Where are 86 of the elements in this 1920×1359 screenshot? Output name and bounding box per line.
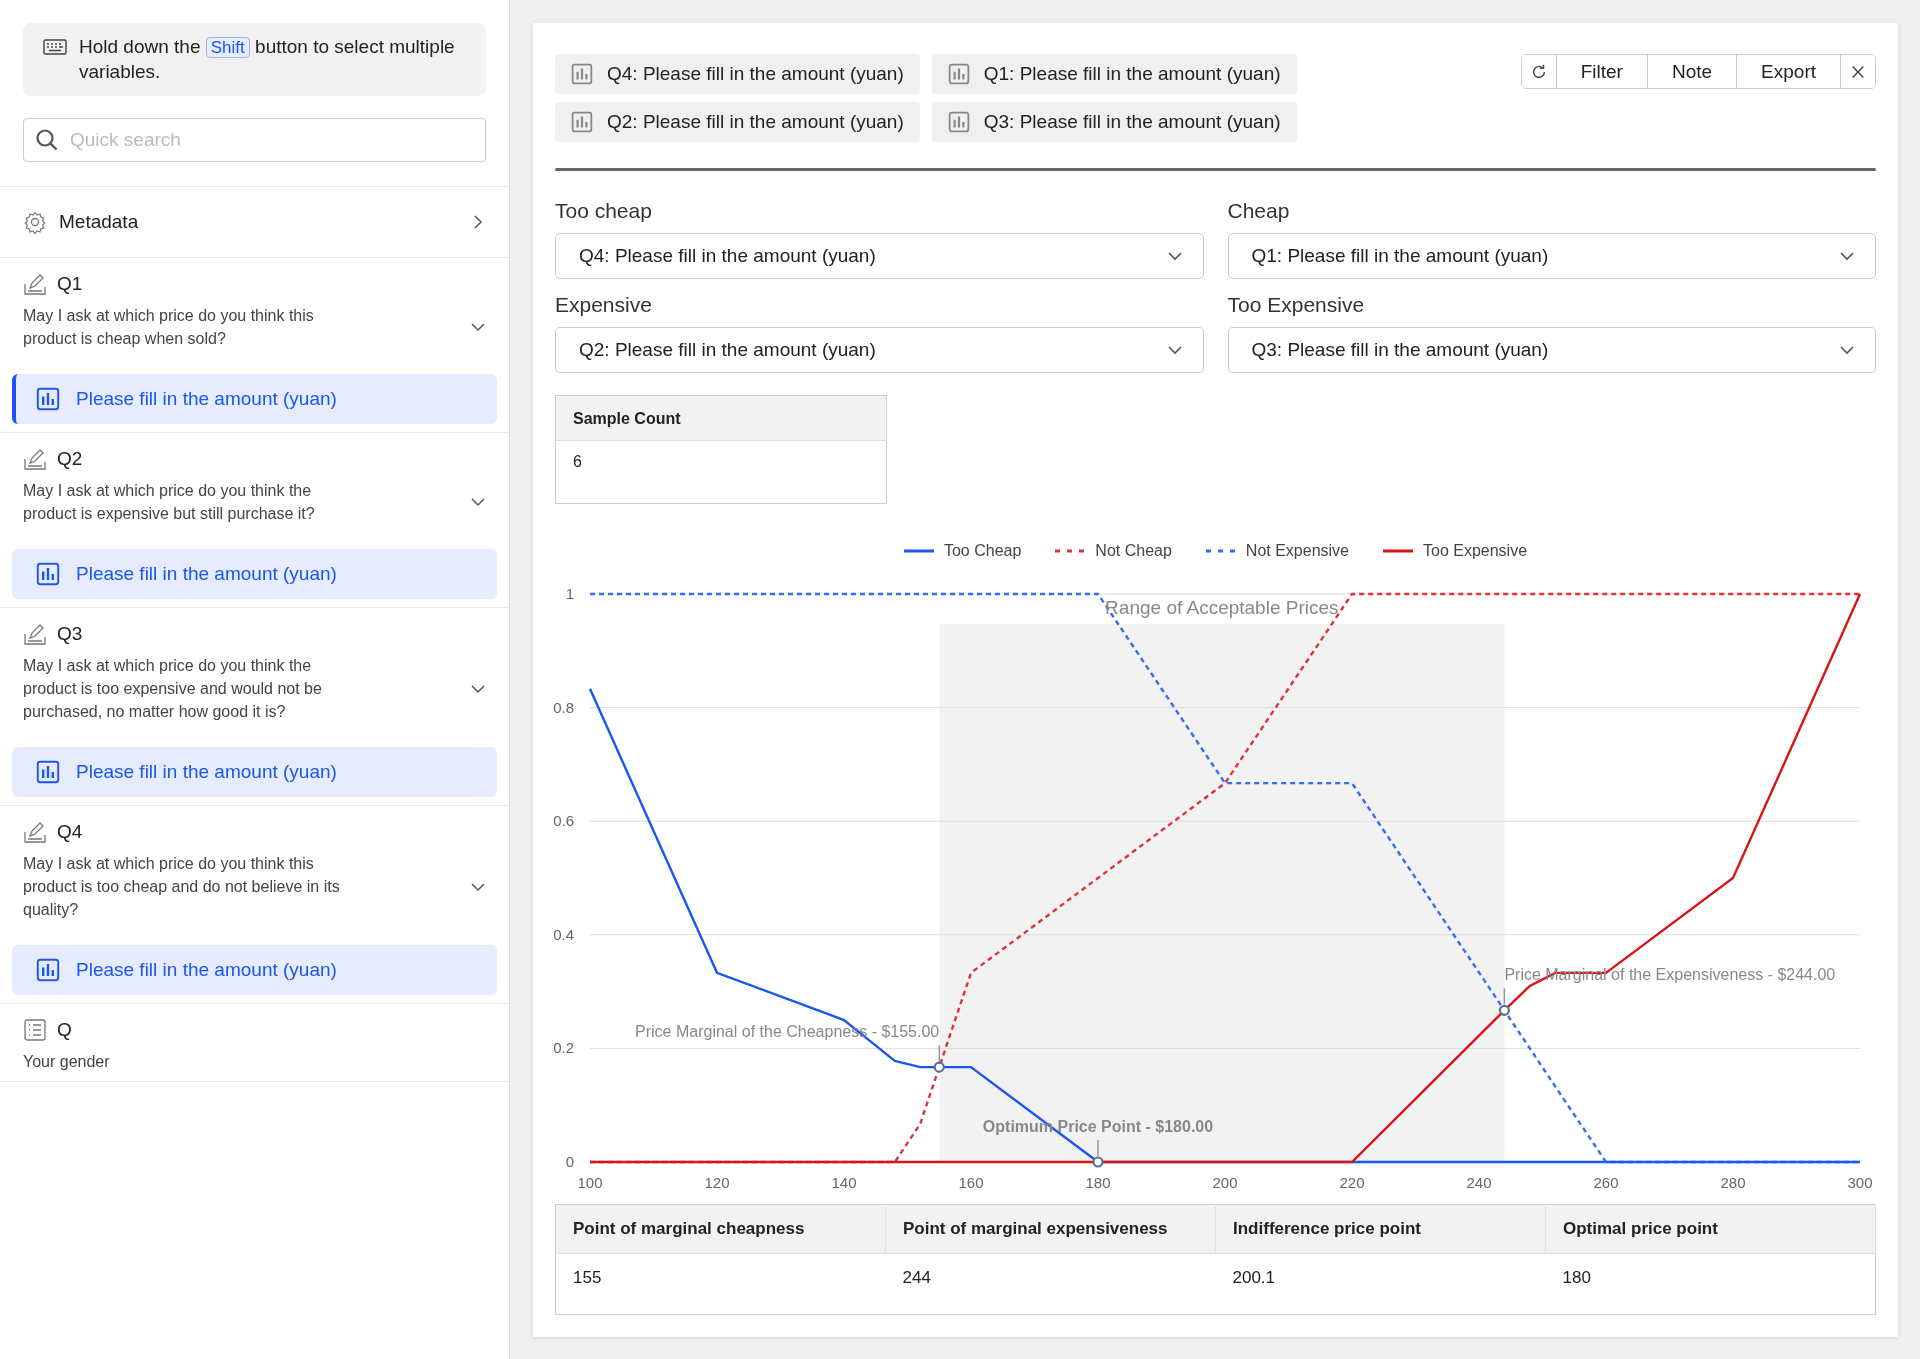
column-header: Optimal price point — [1545, 1204, 1876, 1254]
question-text: Your gender — [23, 1052, 111, 1072]
y-axis-label: 0.8 — [553, 698, 574, 716]
legend-label: Not Expensive — [1245, 542, 1349, 560]
variable-dropdown[interactable]: Q4: Please fill in the amount (yuan) — [555, 233, 1204, 279]
variable-item[interactable]: Please fill in the amount (yuan) — [12, 374, 497, 424]
x-axis-label: 160 — [958, 1174, 984, 1191]
column-header: Point of marginal cheapness — [555, 1204, 886, 1254]
legend-label: Too Expensive — [1423, 542, 1528, 560]
marker-point — [933, 1061, 945, 1073]
marker-point — [1498, 1004, 1510, 1016]
point-label: Optimum Price Point - $180.00 — [982, 1118, 1214, 1135]
column-header: Sample Count — [555, 395, 887, 441]
search-icon — [35, 128, 59, 152]
close-button[interactable] — [1840, 55, 1875, 88]
range-label: Range of Acceptable Prices — [1105, 597, 1339, 618]
search-field[interactable]: Quick search — [23, 118, 486, 162]
bar-chart-icon — [947, 63, 970, 85]
table-cell: 244 — [885, 1253, 1216, 1315]
bar-chart-icon — [36, 760, 60, 784]
field-label: Too cheap — [555, 199, 653, 223]
keyboard-icon — [43, 39, 67, 55]
x-axis-label: 280 — [1720, 1174, 1746, 1191]
metadata-label: Metadata — [59, 211, 140, 233]
gear-icon — [23, 210, 47, 234]
question-label: Q4 — [57, 821, 83, 843]
list-icon — [23, 1018, 47, 1042]
variable-chip[interactable]: Q4: Please fill in the amount (yuan) — [555, 54, 920, 94]
question-label: Q3 — [57, 623, 83, 645]
bar-chart-icon — [36, 958, 60, 982]
question-text: May I ask at which price do you think this product is cheap when sold? — [23, 306, 315, 349]
question-label: Q1 — [57, 273, 83, 295]
field-label: Too Expensive — [1227, 293, 1366, 317]
x-axis-label: 180 — [1085, 1174, 1111, 1191]
variable-item[interactable]: Please fill in the amount (yuan) — [12, 549, 497, 599]
table-cell: 6 — [555, 440, 887, 504]
variable-item[interactable]: Please fill in the amount (yuan) — [12, 747, 497, 797]
x-axis-label: 140 — [831, 1174, 857, 1191]
edit-form-icon — [23, 447, 47, 471]
edit-form-icon — [23, 272, 47, 296]
table-cell: 180 — [1545, 1253, 1876, 1315]
legend-label: Not Cheap — [1095, 542, 1172, 560]
question-label: Q — [57, 1019, 72, 1041]
y-axis-label: 0 — [565, 1153, 574, 1170]
bar-chart-icon — [947, 111, 970, 133]
variable-chip[interactable]: Q3: Please fill in the amount (yuan) — [931, 102, 1297, 142]
leader-line — [938, 1044, 940, 1062]
column-header: Point of marginal expensiveness — [885, 1204, 1216, 1254]
table-cell: 155 — [555, 1253, 886, 1315]
edit-form-icon — [23, 622, 47, 646]
column-header: Indifference price point — [1215, 1204, 1546, 1254]
y-axis-label: 0.6 — [553, 812, 574, 830]
bar-chart-icon — [36, 387, 60, 411]
x-axis-label: 200 — [1212, 1174, 1238, 1191]
variable-item[interactable]: Please fill in the amount (yuan) — [12, 945, 497, 995]
x-axis-label: 100 — [577, 1174, 603, 1191]
question-text: May I ask at which price do you think this product is too cheap and do not believe in its quality? — [23, 854, 341, 920]
edit-form-icon — [23, 820, 47, 844]
x-axis-label: 120 — [704, 1174, 730, 1191]
question-text: May I ask at which price do you think the product is expensive but still purchase it? — [23, 481, 316, 524]
hint-text: Hold down the Shift button to select multiple variables. — [79, 35, 456, 84]
question-text: May I ask at which price do you think the product is too expensive and would not be purchased, no matter how good it is? — [23, 656, 323, 722]
x-axis-label: 240 — [1466, 1174, 1492, 1191]
marker-point — [1092, 1156, 1104, 1168]
leader-line — [1503, 987, 1506, 1006]
metadata-row[interactable]: Metadata — [0, 186, 509, 257]
variable-dropdown[interactable]: Q3: Please fill in the amount (yuan) — [1227, 327, 1876, 373]
bar-chart-icon — [36, 562, 60, 586]
field-label: Expensive — [555, 293, 653, 317]
field-label: Cheap — [1227, 199, 1291, 223]
x-axis-label: 220 — [1339, 1174, 1365, 1191]
leader-line — [1097, 1139, 1099, 1157]
variable-dropdown[interactable]: Q2: Please fill in the amount (yuan) — [555, 327, 1204, 373]
legend-label: Too Cheap — [943, 542, 1022, 560]
bar-chart-icon — [571, 111, 593, 133]
y-axis-label: 0.4 — [553, 925, 574, 943]
bar-chart-icon — [571, 63, 593, 85]
y-axis-label: 0.2 — [553, 1039, 574, 1057]
x-axis-label: 300 — [1847, 1174, 1873, 1191]
y-axis-label: 1 — [565, 585, 574, 602]
x-axis-label: 260 — [1593, 1174, 1619, 1191]
variable-dropdown[interactable]: Q1: Please fill in the amount (yuan) — [1227, 233, 1876, 279]
table-cell: 200.1 — [1215, 1253, 1546, 1315]
variable-chip[interactable]: Q2: Please fill in the amount (yuan) — [555, 102, 920, 142]
question-label: Q2 — [57, 448, 83, 470]
variable-chip[interactable]: Q1: Please fill in the amount (yuan) — [931, 54, 1297, 94]
